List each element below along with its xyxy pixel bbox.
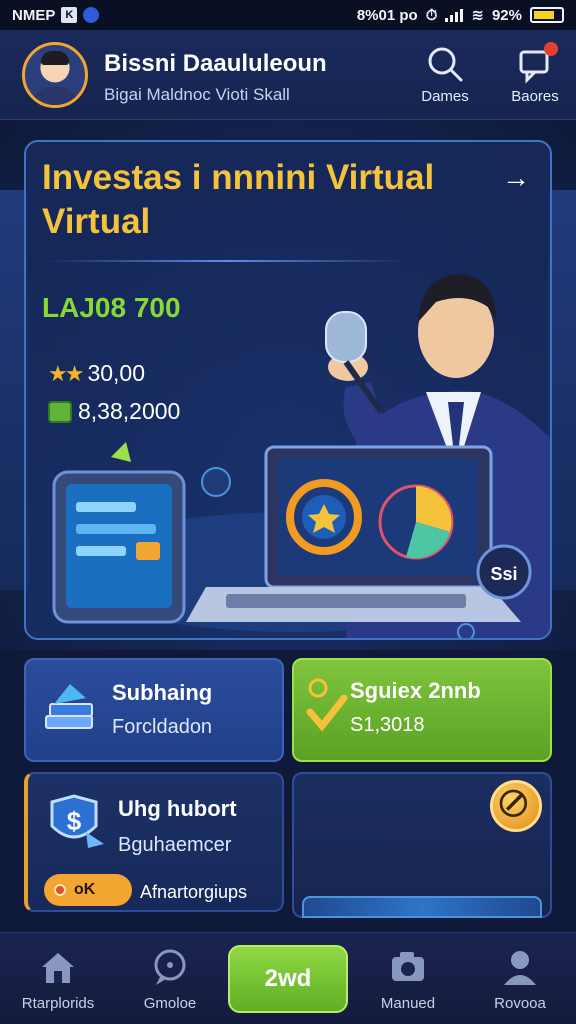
nav-label-camera: Manued (380, 995, 436, 1012)
status-time: 8%01 po (356, 6, 418, 24)
hero-arrow-icon[interactable]: → (502, 162, 530, 194)
dollar-shield-icon: $ (50, 794, 104, 848)
money-icon (48, 400, 72, 423)
status-pill[interactable]: oK (44, 874, 132, 906)
feature-card-sguiex[interactable]: Sguiex 2nnb S1,3018 (292, 658, 552, 762)
avatar[interactable] (22, 42, 88, 108)
record-icon (54, 884, 66, 896)
header-title: Bissni Daaululeoun (104, 50, 327, 77)
status-pill-label: oK (74, 881, 96, 898)
alarm-icon: ⏱ (425, 6, 438, 24)
avatar-hair (41, 51, 69, 65)
feature-card-empty[interactable] (292, 772, 552, 918)
battery-icon (530, 7, 564, 23)
card-title-sguiex: Sguiex 2nnb (350, 678, 481, 703)
checkmark-icon (306, 678, 348, 732)
hero-title: Investas i nnnini Virtual Virtual (42, 158, 435, 241)
stat-rating-value: 30,00 (87, 360, 146, 386)
status-right: 8%01 po ⏱ ≋ 92% (357, 6, 564, 24)
hero-amount: LAJ08 700 (42, 292, 181, 323)
feature-card-subhaing[interactable]: Subhaing Forcldadon (24, 658, 284, 762)
card-strip (302, 896, 542, 918)
app-header: Bissni Daaululeoun Bigai Maldnoc Vioti S… (0, 30, 576, 120)
svg-text:$: $ (67, 806, 82, 836)
status-left: NMEP K (12, 6, 100, 24)
status-app-icon: K (61, 7, 78, 23)
nav-label-home: Rtarplorids (21, 995, 95, 1012)
signal-icon (445, 8, 464, 22)
status-bar: NMEP K 8%01 po ⏱ ≋ 92% (0, 0, 576, 30)
hero-divider (46, 260, 406, 262)
nav-center-button[interactable]: 2wd (228, 945, 348, 1013)
chat-icon (154, 949, 186, 985)
stacked-books-icon (45, 684, 93, 729)
card-title-subhaing: Subhaing (112, 680, 213, 705)
search-icon (428, 47, 463, 82)
home-icon (42, 953, 74, 983)
header-subtitle: Bigai Maldnoc Vioti Skall (104, 85, 290, 104)
side-panel-right (548, 190, 576, 590)
avatar-suit (31, 87, 79, 105)
notifications-button[interactable]: Baores (500, 42, 570, 106)
nav-item-camera[interactable]: Manued (358, 947, 458, 1013)
search-button-label: Dames (421, 88, 469, 105)
stat-balance: 8,38,2000 (48, 398, 180, 425)
profile-icon (504, 951, 536, 985)
card-value-s1: S1,3018 (350, 714, 425, 736)
camera-icon (392, 952, 424, 981)
wifi-icon: ≋ (471, 7, 484, 24)
card-title-uhg-hubort: Uhg hubort (118, 796, 237, 821)
status-sync-icon (83, 7, 100, 23)
tablet-device (52, 470, 186, 624)
status-carrier-text: NMEP (12, 6, 56, 24)
hero-card[interactable]: Ssi Investas i nnnini Virtual Virtual → … (24, 140, 552, 640)
nav-label-chat: Gmoloe (143, 995, 197, 1012)
card-footer-text: Afnartorgiups (140, 882, 248, 902)
nav-label-profile: Rovooa (494, 995, 546, 1012)
nav-item-chat[interactable]: Gmoloe (120, 947, 220, 1013)
nav-item-home[interactable]: Rtarplorids (8, 947, 108, 1013)
notification-badge (544, 42, 558, 56)
gold-badge-icon[interactable] (490, 780, 542, 832)
nav-item-profile[interactable]: Rovooa (470, 947, 570, 1013)
pen-icon (499, 789, 528, 818)
status-battery-text: 92% (491, 6, 522, 24)
star-icon: ★★ (48, 360, 84, 386)
search-button[interactable]: Dames (410, 44, 480, 106)
card-subtitle-bguhaemcer: Bguhaemcer (118, 834, 232, 856)
card-subtitle-forcldadon: Forcldadon (112, 716, 213, 738)
svg-text:Ssi: Ssi (490, 564, 517, 584)
coin-device: Ssi (476, 544, 532, 600)
feature-card-uhg-hubort[interactable]: $ Uhg hubort Bguhaemcer oK Afnartorgiups (24, 772, 284, 912)
stat-rating: ★★ 30,00 (48, 360, 145, 387)
notifications-button-label: Baores (511, 88, 559, 105)
stat-balance-value: 8,38,2000 (78, 398, 181, 424)
bottom-nav: Rtarplorids Gmoloe 2wd Manued Rovooa (0, 932, 576, 1024)
